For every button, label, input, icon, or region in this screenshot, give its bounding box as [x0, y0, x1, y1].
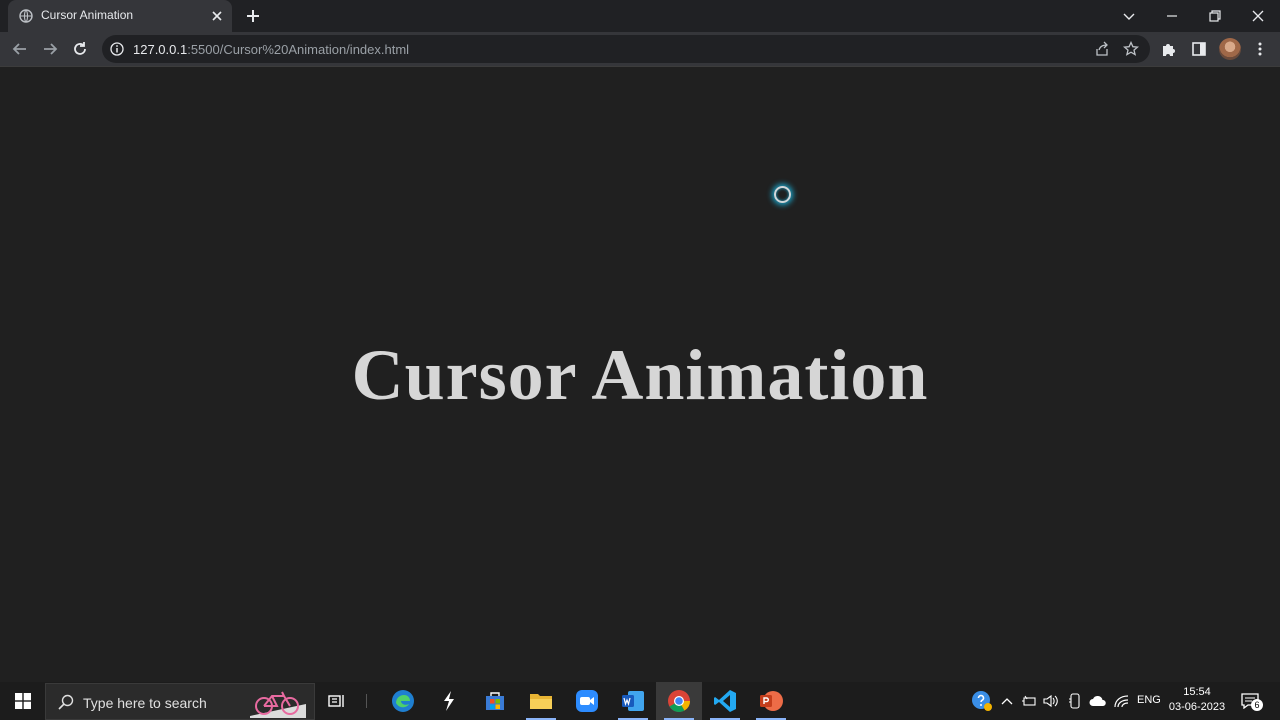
battery-tray-button[interactable] [1020, 682, 1038, 720]
url-path: :5500/Cursor%20Animation/index.html [187, 42, 410, 57]
tab-strip: Cursor Animation [0, 0, 1280, 32]
taskbar-app-vscode[interactable] [702, 682, 748, 720]
powerpoint-icon [760, 691, 783, 711]
taskbar-search[interactable]: Type here to search [45, 683, 315, 720]
device-icon [1069, 693, 1080, 709]
taskbar-app-store[interactable] [472, 682, 518, 720]
input-language[interactable]: ENG [1137, 694, 1161, 706]
wifi-icon [1114, 695, 1129, 708]
onedrive-tray-button[interactable] [1088, 682, 1108, 720]
browser-toolbar: 127.0.0.1:5500/Cursor%20Animation/index.… [0, 32, 1280, 66]
windows-logo-icon [14, 693, 31, 709]
minimize-icon [1167, 15, 1177, 17]
page-heading: Cursor Animation [351, 335, 929, 415]
zoom-icon [576, 690, 598, 712]
search-icon [58, 694, 74, 710]
url-host: 127.0.0.1 [133, 42, 188, 57]
address-bar[interactable]: 127.0.0.1:5500/Cursor%20Animation/index.… [102, 35, 1150, 63]
taskbar-app-powerpoint[interactable] [748, 682, 794, 720]
task-view-icon [328, 695, 344, 707]
reload-button[interactable] [67, 36, 93, 62]
new-tab-icon[interactable] [243, 6, 263, 26]
taskbar-app-file-explorer[interactable] [518, 682, 564, 720]
vscode-icon [714, 690, 736, 712]
lightning-icon [444, 691, 454, 711]
reload-icon [74, 42, 86, 55]
back-button[interactable] [7, 36, 33, 62]
menu-button[interactable] [1251, 40, 1269, 58]
tab-search-button[interactable] [1109, 0, 1149, 32]
clock-date: 03-06-2023 [1168, 701, 1226, 713]
taskbar-app-chrome[interactable] [656, 682, 702, 720]
bookmark-star-icon[interactable] [1123, 41, 1139, 57]
taskbar-app-dopamine[interactable] [426, 682, 472, 720]
tab-close-icon[interactable] [208, 7, 226, 25]
profile-avatar[interactable] [1219, 38, 1241, 60]
page-viewport: Cursor Animation [0, 67, 1280, 682]
notification-count-badge: 6 [1251, 699, 1263, 711]
kebab-menu-icon [1258, 42, 1262, 56]
word-icon [622, 691, 644, 711]
meet-now-tray-button[interactable] [1066, 682, 1084, 720]
globe-icon [19, 9, 33, 23]
store-icon [486, 692, 504, 710]
battery-icon [1022, 695, 1036, 706]
close-icon [1252, 10, 1264, 22]
taskbar-app-zoom[interactable] [564, 682, 610, 720]
arrow-right-icon [44, 43, 58, 55]
chevron-down-icon [1123, 13, 1135, 20]
help-icon [972, 691, 992, 711]
windows-taskbar: Type here to search ENG 15:54 03-06-2023… [0, 682, 1280, 720]
share-icon[interactable] [1094, 41, 1110, 57]
arrow-left-icon [12, 43, 26, 55]
folder-icon [530, 694, 552, 709]
bicycle-icon [250, 691, 306, 718]
chrome-icon [668, 690, 690, 712]
help-tray-button[interactable] [970, 682, 994, 720]
side-panel-button[interactable] [1190, 40, 1208, 58]
url-text[interactable]: 127.0.0.1:5500/Cursor%20Animation/index.… [133, 42, 409, 57]
tab-title: Cursor Animation [41, 8, 134, 22]
forward-button[interactable] [37, 36, 63, 62]
taskbar-clock[interactable]: 15:54 03-06-2023 [1168, 685, 1226, 715]
taskbar-app-edge[interactable] [380, 682, 426, 720]
chevron-up-icon [1001, 698, 1013, 705]
task-view-button[interactable] [314, 682, 360, 720]
extensions-button[interactable] [1160, 40, 1178, 58]
taskbar-separator [366, 694, 367, 708]
search-placeholder: Type here to search [83, 695, 207, 711]
animated-cursor-ring [774, 186, 791, 203]
taskbar-app-word[interactable] [610, 682, 656, 720]
edge-icon [392, 690, 414, 712]
speaker-icon [1043, 694, 1058, 708]
show-hidden-icons-button[interactable] [998, 682, 1016, 720]
clock-time: 15:54 [1183, 686, 1211, 698]
close-window-button[interactable] [1238, 0, 1278, 32]
restore-button[interactable] [1195, 0, 1235, 32]
tab-cursor-animation[interactable]: Cursor Animation [8, 0, 232, 32]
cloud-icon [1089, 695, 1106, 706]
start-button[interactable] [0, 682, 45, 720]
volume-tray-button[interactable] [1042, 682, 1060, 720]
info-icon[interactable] [110, 42, 124, 56]
network-tray-button[interactable] [1112, 682, 1130, 720]
minimize-button[interactable] [1152, 0, 1192, 32]
restore-icon [1209, 10, 1221, 22]
side-panel-icon [1192, 42, 1206, 56]
puzzle-icon [1163, 44, 1175, 56]
